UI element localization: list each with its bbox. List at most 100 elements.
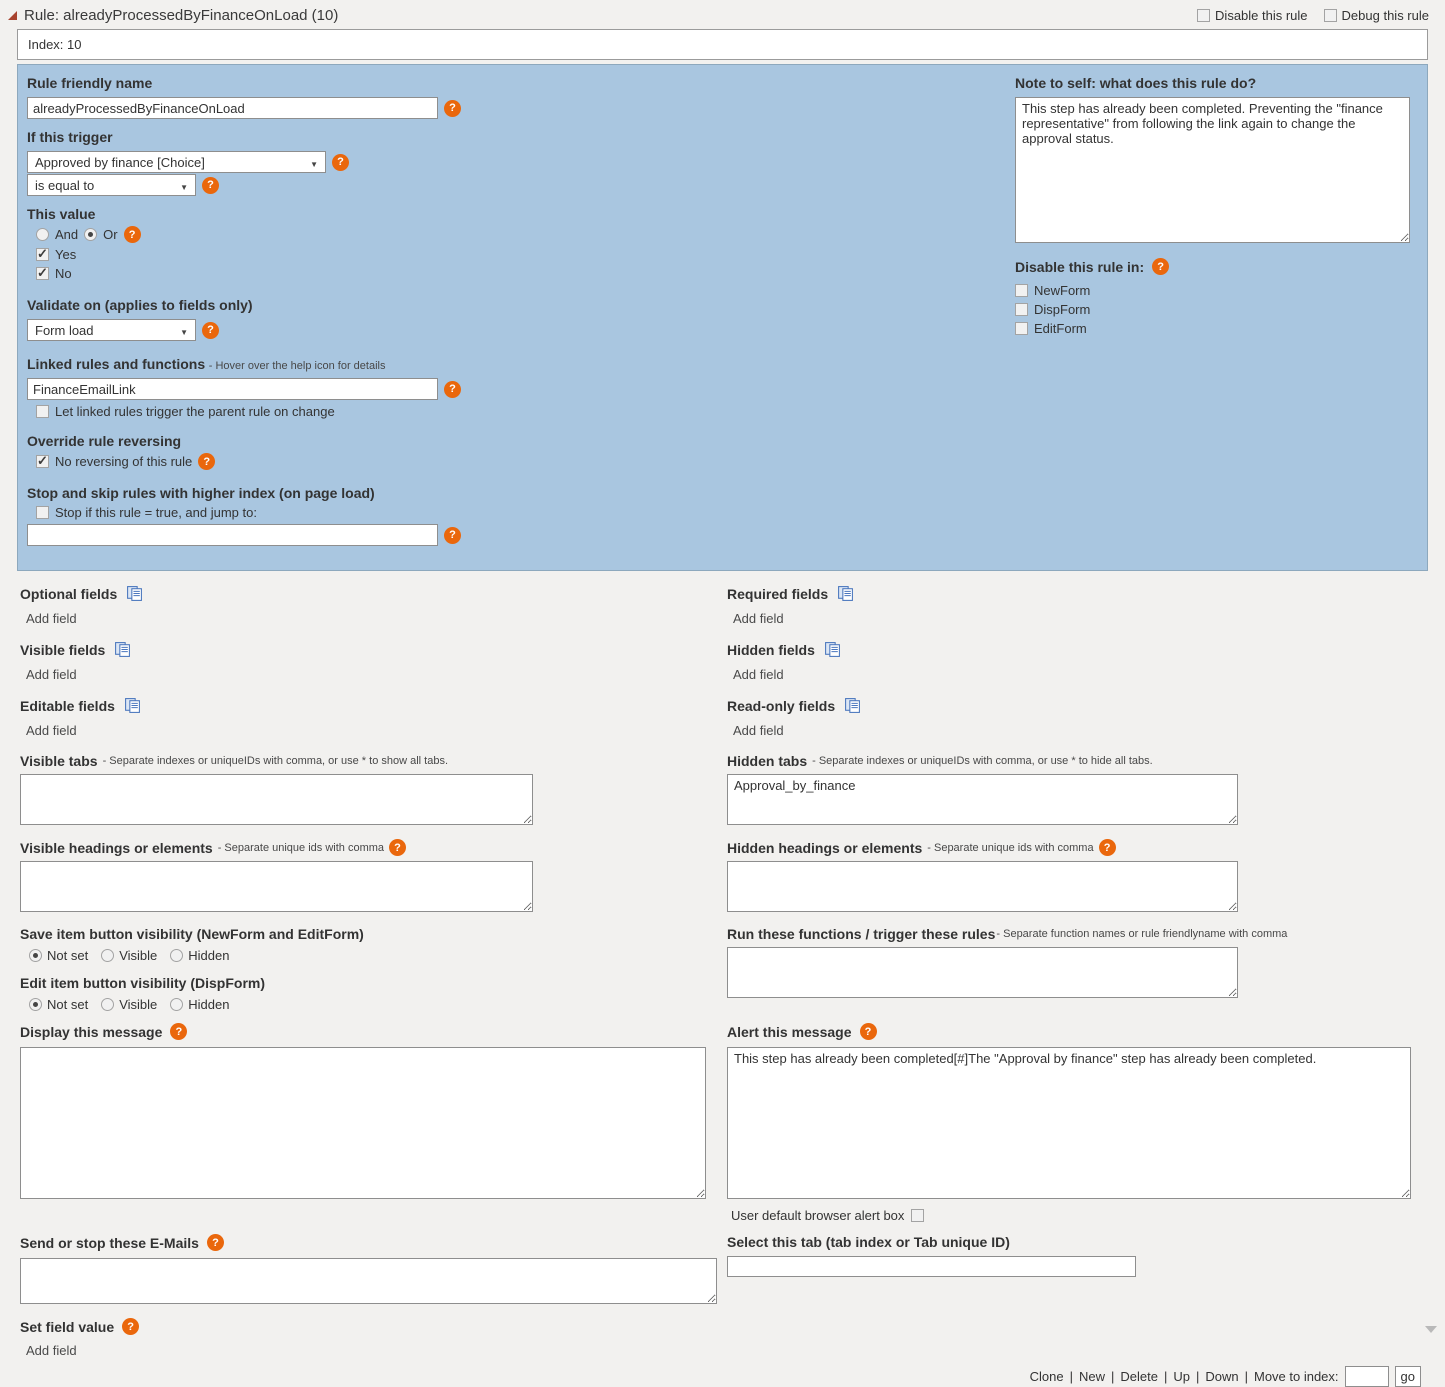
linked-trigger-parent-checkbox[interactable]: [36, 405, 49, 418]
visible-fields-section: Visible fields Add field: [20, 641, 727, 686]
select-tab-section: Select this tab (tab index or Tab unique…: [727, 1234, 1445, 1307]
save-notset-radio[interactable]: [29, 949, 42, 962]
hidden-tabs-label: Hidden tabs: [727, 753, 807, 769]
and-radio[interactable]: [36, 228, 49, 241]
copy-icon[interactable]: [124, 697, 141, 714]
copy-icon[interactable]: [114, 641, 131, 658]
browser-alert-checkbox[interactable]: [911, 1209, 924, 1222]
note-textarea[interactable]: This step has already been completed. Pr…: [1015, 97, 1410, 243]
display-message-textarea[interactable]: [20, 1047, 706, 1199]
friendly-name-input[interactable]: [27, 97, 438, 119]
this-value-label: This value: [27, 206, 477, 222]
edit-visibility-label: Edit item button visibility (DispForm): [20, 975, 727, 991]
down-link[interactable]: Down: [1205, 1369, 1238, 1384]
run-functions-textarea[interactable]: [727, 947, 1238, 998]
value-yes-checkbox[interactable]: [36, 248, 49, 261]
new-link[interactable]: New: [1079, 1369, 1105, 1384]
send-emails-label: Send or stop these E-Mails: [20, 1235, 199, 1251]
move-to-index-input[interactable]: [1345, 1366, 1389, 1387]
linked-rules-label: Linked rules and functions: [27, 356, 205, 372]
value-yes-label: Yes: [55, 247, 76, 262]
help-icon[interactable]: [202, 322, 219, 339]
up-link[interactable]: Up: [1173, 1369, 1190, 1384]
visible-headings-textarea[interactable]: [20, 861, 533, 912]
clone-link[interactable]: Clone: [1030, 1369, 1064, 1384]
help-icon[interactable]: [444, 527, 461, 544]
add-field-link[interactable]: Add field: [727, 609, 1445, 630]
help-icon[interactable]: [860, 1023, 877, 1040]
copy-icon[interactable]: [837, 585, 854, 602]
save-hidden-radio[interactable]: [170, 949, 183, 962]
help-icon[interactable]: [1099, 839, 1116, 856]
scroll-down-triangle-icon[interactable]: [1425, 1326, 1437, 1333]
delete-link[interactable]: Delete: [1120, 1369, 1158, 1384]
debug-rule-checkbox[interactable]: [1324, 9, 1337, 22]
edit-notset-label: Not set: [47, 997, 88, 1012]
help-icon[interactable]: [122, 1318, 139, 1335]
no-reversing-checkbox[interactable]: [36, 455, 49, 468]
go-button[interactable]: go: [1395, 1366, 1421, 1387]
separator: |: [1070, 1369, 1073, 1384]
index-bar[interactable]: Index: 10: [17, 29, 1428, 60]
or-radio[interactable]: [84, 228, 97, 241]
run-functions-hint: - Separate function names or rule friend…: [996, 928, 1287, 940]
hidden-headings-textarea[interactable]: [727, 861, 1238, 912]
edit-hidden-radio[interactable]: [170, 998, 183, 1011]
jump-to-input[interactable]: [27, 524, 438, 546]
hidden-tabs-hint: - Separate indexes or uniqueIDs with com…: [812, 755, 1153, 767]
copy-icon[interactable]: [844, 697, 861, 714]
help-icon[interactable]: [124, 226, 141, 243]
visible-tabs-textarea[interactable]: [20, 774, 533, 825]
add-field-link[interactable]: Add field: [20, 721, 727, 742]
save-hidden-label: Hidden: [188, 948, 229, 963]
help-icon[interactable]: [207, 1234, 224, 1251]
send-emails-textarea[interactable]: [20, 1258, 717, 1304]
add-field-link[interactable]: Add field: [727, 721, 1445, 742]
readonly-fields-section: Read-only fields Add field: [727, 697, 1445, 742]
save-visibility-label: Save item button visibility (NewForm and…: [20, 926, 727, 942]
editable-fields-label: Editable fields: [20, 698, 115, 714]
override-reversing-label: Override rule reversing: [27, 433, 477, 449]
trigger-field-select[interactable]: Approved by finance [Choice]: [27, 151, 326, 173]
help-icon[interactable]: [202, 177, 219, 194]
copy-icon[interactable]: [824, 641, 841, 658]
help-icon[interactable]: [389, 839, 406, 856]
help-icon[interactable]: [170, 1023, 187, 1040]
save-visible-radio[interactable]: [101, 949, 114, 962]
linked-rules-hint: - Hover over the help icon for details: [209, 360, 386, 372]
stop-if-true-checkbox[interactable]: [36, 506, 49, 519]
collapse-triangle-icon[interactable]: [8, 11, 17, 20]
disable-rule-checkbox[interactable]: [1197, 9, 1210, 22]
alert-message-label: Alert this message: [727, 1024, 852, 1040]
disable-editform-checkbox[interactable]: [1015, 322, 1028, 335]
select-tab-input[interactable]: [727, 1256, 1136, 1277]
add-field-link[interactable]: Add field: [727, 665, 1445, 686]
display-message-section: Display this message: [20, 1023, 727, 1223]
help-icon[interactable]: [444, 100, 461, 117]
disable-newform-checkbox[interactable]: [1015, 284, 1028, 297]
send-emails-section: Send or stop these E-Mails: [20, 1234, 727, 1307]
no-reversing-label: No reversing of this rule: [55, 454, 192, 469]
hidden-headings-section: Hidden headings or elements - Separate u…: [727, 839, 1445, 915]
linked-rules-input[interactable]: [27, 378, 438, 400]
rule-config-panel: Rule friendly name If this trigger Appro…: [17, 64, 1428, 571]
value-no-checkbox[interactable]: [36, 267, 49, 280]
add-field-link[interactable]: Add field: [20, 665, 727, 686]
help-icon[interactable]: [1152, 258, 1169, 275]
edit-visible-radio[interactable]: [101, 998, 114, 1011]
add-field-link[interactable]: Add field: [20, 609, 727, 630]
help-icon[interactable]: [332, 154, 349, 171]
trigger-operator-select[interactable]: is equal to: [27, 174, 196, 196]
validate-on-select[interactable]: Form load: [27, 319, 196, 341]
hidden-tabs-textarea[interactable]: Approval_by_finance: [727, 774, 1238, 825]
or-label: Or: [103, 227, 117, 242]
copy-icon[interactable]: [126, 585, 143, 602]
value-no-label: No: [55, 266, 72, 281]
disable-dispform-checkbox[interactable]: [1015, 303, 1028, 316]
help-icon[interactable]: [444, 381, 461, 398]
help-icon[interactable]: [198, 453, 215, 470]
alert-message-textarea[interactable]: This step has already been completed[#]T…: [727, 1047, 1411, 1199]
edit-notset-radio[interactable]: [29, 998, 42, 1011]
save-visible-label: Visible: [119, 948, 157, 963]
add-field-link[interactable]: Add field: [20, 1341, 727, 1362]
